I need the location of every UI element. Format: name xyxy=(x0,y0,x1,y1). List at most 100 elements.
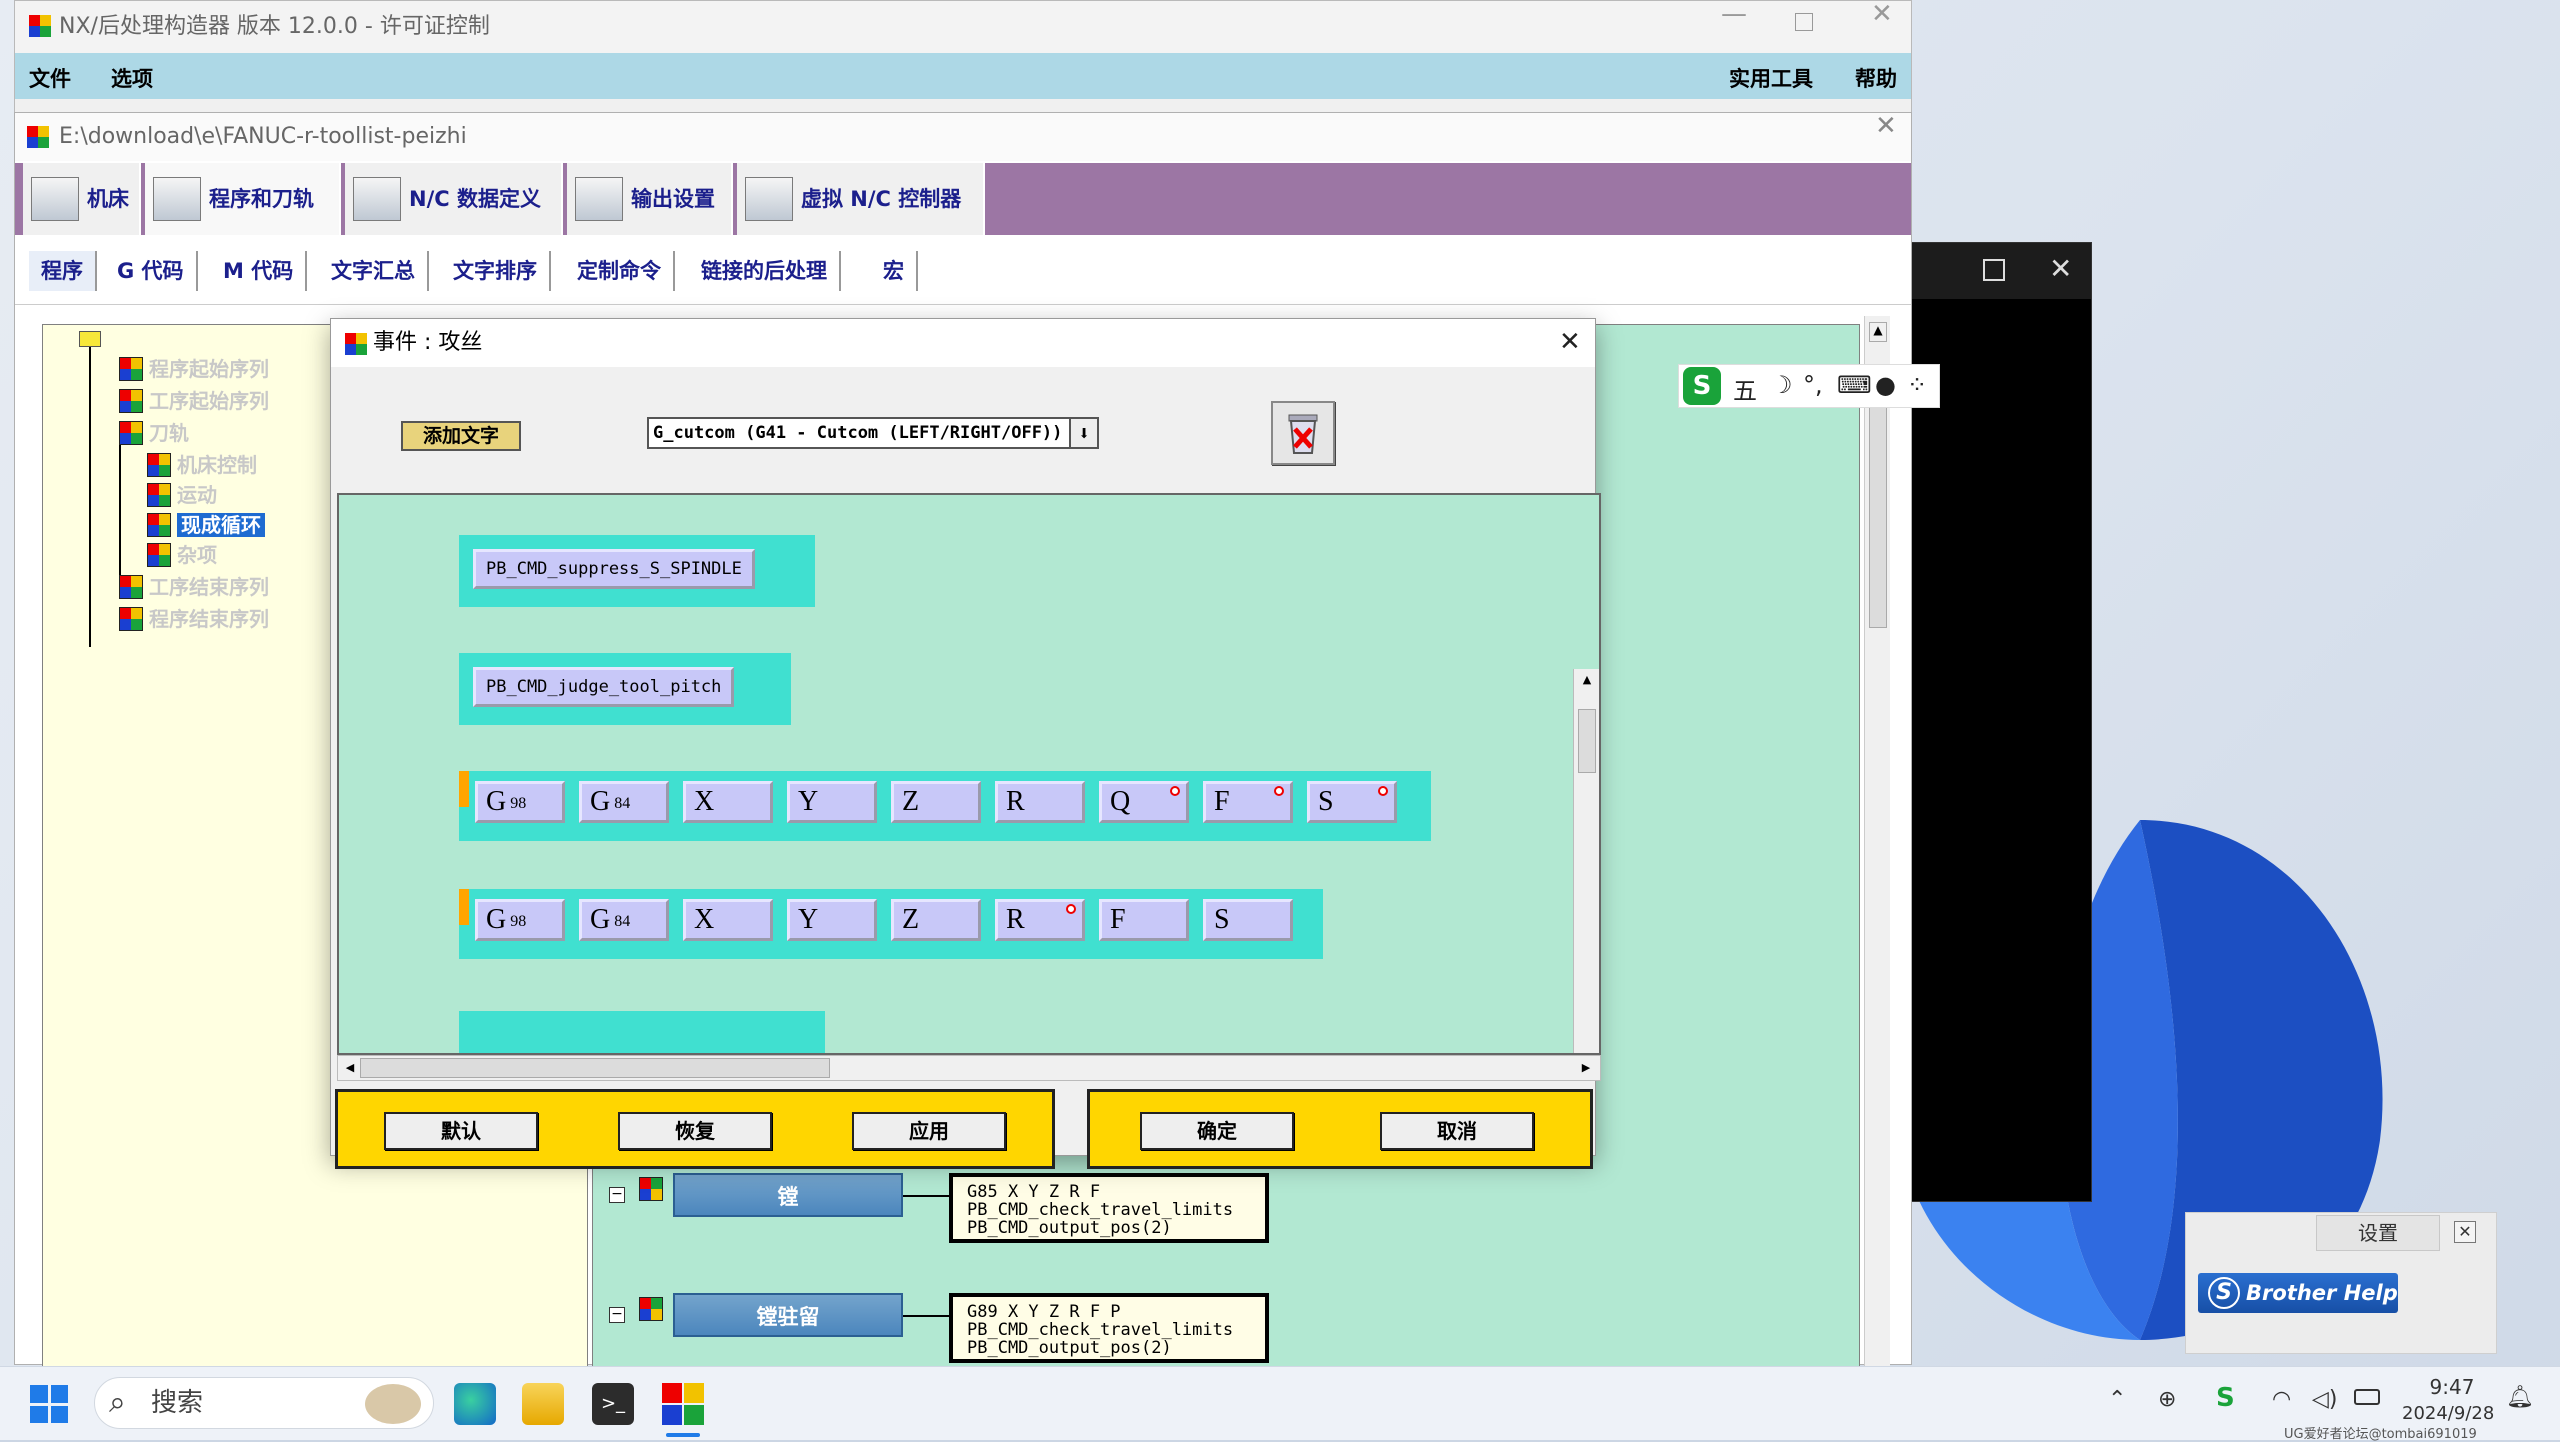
postbuilder-taskbar-icon[interactable] xyxy=(662,1383,704,1425)
address-x[interactable]: X xyxy=(683,781,773,823)
punctuation-icon[interactable]: °, xyxy=(1803,371,1823,399)
main-titlebar[interactable]: NX/后处理构造器 版本 12.0.0 - 许可证控制 — ✕ xyxy=(15,1,1911,53)
subtab-word-summary[interactable]: 文字汇总 xyxy=(319,251,429,291)
scroll-thumb[interactable] xyxy=(360,1058,830,1078)
tab-output-settings[interactable]: 输出设置 xyxy=(567,163,733,235)
tree-item-motion[interactable]: 运动 xyxy=(147,481,217,509)
clock-time[interactable]: 9:47 xyxy=(2412,1375,2492,1399)
address-f[interactable]: F xyxy=(1203,781,1293,823)
address-g84[interactable]: G 84 xyxy=(579,781,669,823)
trash-bin-icon[interactable] xyxy=(1271,401,1335,465)
clock-date[interactable]: 2024/9/28 xyxy=(2402,1403,2494,1424)
subtab-linked-post[interactable]: 链接的后处理 xyxy=(689,251,841,291)
settings-button[interactable]: 设置 xyxy=(2316,1215,2440,1251)
minimize-icon[interactable]: — xyxy=(1721,1,1747,27)
address-y[interactable]: Y xyxy=(787,781,877,823)
tab-machine[interactable]: 机床 xyxy=(23,163,141,235)
tree-item-program-end[interactable]: 程序结束序列 xyxy=(119,605,269,633)
close-icon[interactable]: ✕ xyxy=(2454,1221,2476,1243)
command-button[interactable]: PB_CMD_judge_tool_pitch xyxy=(473,667,735,707)
taskbar-search[interactable]: ⌕ 搜索 xyxy=(94,1377,434,1429)
word-selector-dropdown[interactable]: G_cutcom (G41 - Cutcom (LEFT/RIGHT/OFF))… xyxy=(647,417,1099,449)
address-z[interactable]: Z xyxy=(891,899,981,941)
maximize-icon[interactable] xyxy=(1983,259,2005,281)
address-g84[interactable]: G 84 xyxy=(579,899,669,941)
tree-item-toolpath[interactable]: 刀轨 xyxy=(119,419,189,447)
tab-virtual-nc-controller[interactable]: 虚拟 N/C 控制器 xyxy=(737,163,985,235)
scroll-up-icon[interactable]: ▲ xyxy=(1869,322,1887,342)
collapse-icon[interactable]: − xyxy=(609,1307,625,1323)
doc-vertical-scrollbar[interactable]: ▲ xyxy=(1864,316,1890,1366)
moon-icon[interactable]: ☽ xyxy=(1771,371,1793,399)
address-z[interactable]: Z xyxy=(891,781,981,823)
address-s[interactable]: S xyxy=(1307,781,1397,823)
address-g98[interactable]: G 98 xyxy=(475,899,565,941)
subtab-program[interactable]: 程序 xyxy=(29,251,97,291)
battery-icon[interactable] xyxy=(2354,1389,2380,1405)
address-g98[interactable]: G 98 xyxy=(475,781,565,823)
volume-icon[interactable]: ◁) xyxy=(2312,1387,2338,1412)
tree-item-misc[interactable]: 杂项 xyxy=(147,541,217,569)
sogou-tray-icon[interactable]: S xyxy=(2216,1383,2235,1413)
restore-button[interactable]: 恢复 xyxy=(618,1112,772,1150)
apps-grid-icon[interactable]: ⁘ xyxy=(1907,371,1927,399)
terminal-titlebar[interactable]: ✕ xyxy=(1901,243,2091,299)
tree-item-machine-control[interactable]: 机床控制 xyxy=(147,451,257,479)
sogou-icon[interactable]: S xyxy=(1683,367,1721,405)
ok-button[interactable]: 确定 xyxy=(1140,1112,1294,1150)
terminal-icon[interactable]: >_ xyxy=(592,1383,634,1425)
command-button[interactable]: PB_CMD_suppress_S_SPINDLE xyxy=(473,549,755,589)
tree-item-program-start[interactable]: 程序起始序列 xyxy=(119,355,269,383)
maximize-icon[interactable] xyxy=(1795,13,1813,31)
address-r[interactable]: R xyxy=(995,899,1085,941)
address-s[interactable]: S xyxy=(1203,899,1293,941)
download-arrow-icon[interactable]: ⬇ xyxy=(1069,419,1097,447)
dialog-titlebar[interactable]: 事件 : 攻丝 ✕ xyxy=(331,319,1595,367)
tab-nc-data-definition[interactable]: N/C 数据定义 xyxy=(345,163,563,235)
menu-help[interactable]: 帮助 xyxy=(1855,63,1897,93)
event-bore-dwell-button[interactable]: 镗驻留 xyxy=(673,1293,903,1337)
tree-item-operation-end[interactable]: 工序结束序列 xyxy=(119,573,269,601)
add-text-button[interactable]: 添加文字 xyxy=(401,421,521,451)
default-button[interactable]: 默认 xyxy=(384,1112,538,1150)
brother-help-button[interactable]: S Brother Help xyxy=(2198,1273,2398,1313)
address-f[interactable]: F xyxy=(1099,899,1189,941)
subtab-macro[interactable]: 宏 xyxy=(871,251,918,291)
close-icon[interactable]: ✕ xyxy=(2049,255,2072,283)
subtab-word-sequence[interactable]: 文字排序 xyxy=(441,251,551,291)
menu-utilities[interactable]: 实用工具 xyxy=(1729,63,1813,93)
dialog-horizontal-scrollbar[interactable]: ◀ ▶ xyxy=(337,1055,1601,1081)
close-icon[interactable]: ✕ xyxy=(1875,113,1897,139)
keyboard-icon[interactable]: ⌨ xyxy=(1837,371,1872,399)
notification-bell-icon[interactable]: 🔔︎ xyxy=(2506,1385,2534,1410)
apply-button[interactable]: 应用 xyxy=(852,1112,1006,1150)
scroll-left-icon[interactable]: ◀ xyxy=(340,1058,360,1078)
wifi-icon[interactable]: ◠ xyxy=(2272,1387,2291,1412)
collapse-icon[interactable]: − xyxy=(609,1187,625,1203)
close-icon[interactable]: ✕ xyxy=(1871,1,1893,27)
subtab-m-code[interactable]: M 代码 xyxy=(211,251,308,291)
chevron-up-icon[interactable]: ⌃ xyxy=(2108,1387,2126,1412)
network-adapter-icon[interactable]: ⊕ xyxy=(2158,1387,2176,1412)
edge-browser-icon[interactable] xyxy=(454,1383,496,1425)
tree-item-operation-start[interactable]: 工序起始序列 xyxy=(119,387,269,415)
file-explorer-icon[interactable] xyxy=(522,1383,564,1425)
dialog-vertical-scrollbar[interactable]: ▲ ▼ xyxy=(1573,669,1599,1053)
address-r[interactable]: R xyxy=(995,781,1085,823)
tab-program-toolpath[interactable]: 程序和刀轨 xyxy=(145,163,341,235)
doc-titlebar[interactable]: E:\download\e\FANUC-r-toollist-peizhi ✕ xyxy=(15,113,1911,161)
address-q[interactable]: Q xyxy=(1099,781,1189,823)
subtab-g-code[interactable]: G 代码 xyxy=(105,251,198,291)
user-icon[interactable]: ● xyxy=(1875,371,1896,399)
address-y[interactable]: Y xyxy=(787,899,877,941)
scroll-thumb[interactable] xyxy=(1869,404,1887,628)
scroll-right-icon[interactable]: ▶ xyxy=(1576,1058,1596,1078)
address-x[interactable]: X xyxy=(683,899,773,941)
windows-start-icon[interactable] xyxy=(30,1385,68,1423)
menu-options[interactable]: 选项 xyxy=(111,63,153,93)
cancel-button[interactable]: 取消 xyxy=(1380,1112,1534,1150)
tree-item-canned-cycle[interactable]: 现成循环 xyxy=(147,511,265,539)
menu-file[interactable]: 文件 xyxy=(29,63,71,93)
ime-mode[interactable]: 五 xyxy=(1733,371,1757,406)
event-bore-button[interactable]: 镗 xyxy=(673,1173,903,1217)
